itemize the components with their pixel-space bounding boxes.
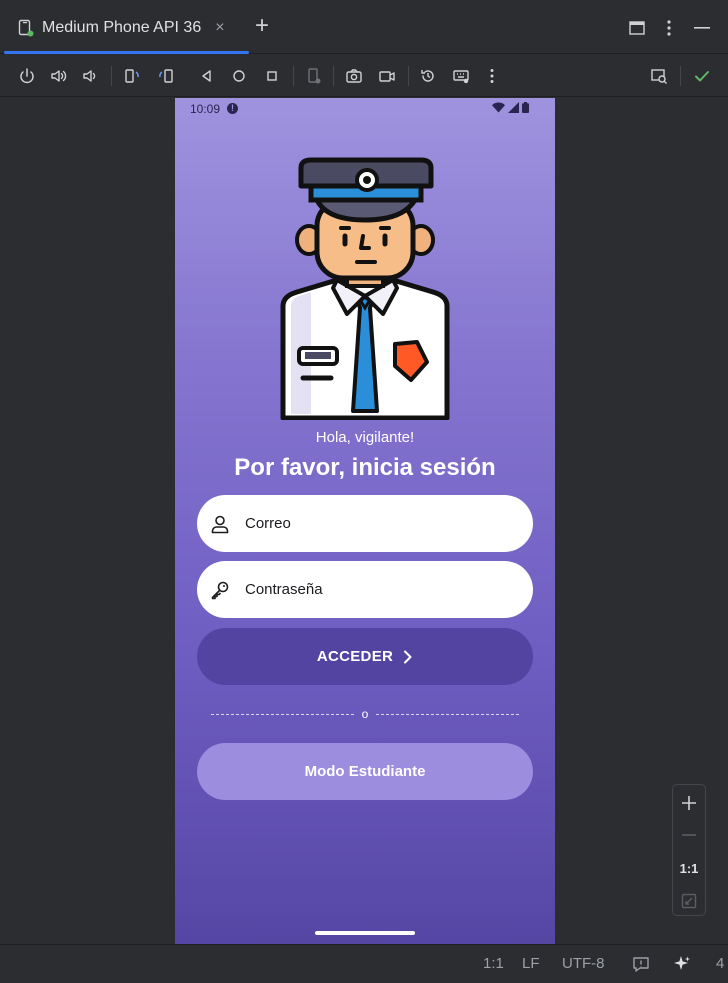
- zoom-controls: 1:1: [672, 784, 706, 916]
- status-icons: [492, 102, 529, 113]
- back-icon[interactable]: [196, 65, 218, 87]
- ide-status-bar: 1:1 LF UTF-8 4: [0, 944, 728, 983]
- device-icon: [18, 19, 34, 37]
- camera-icon[interactable]: [343, 65, 365, 87]
- screen-record-icon[interactable]: [376, 65, 398, 87]
- divider-text: o: [361, 707, 369, 721]
- divider-line: [211, 713, 354, 715]
- status-encoding[interactable]: UTF-8: [562, 955, 605, 972]
- status-extra: 4: [716, 955, 725, 972]
- power-icon[interactable]: [16, 65, 38, 87]
- notifications-icon[interactable]: [632, 955, 650, 977]
- maximize-window-icon[interactable]: [625, 16, 649, 40]
- password-field[interactable]: [197, 561, 533, 618]
- alert-icon: !: [227, 103, 238, 114]
- tab-close-button[interactable]: ×: [215, 19, 224, 37]
- password-input[interactable]: [245, 581, 505, 598]
- or-divider: o: [211, 706, 519, 722]
- rotate-left-icon[interactable]: [121, 65, 143, 87]
- add-tab-button[interactable]: +: [255, 14, 269, 38]
- status-line-separator[interactable]: LF: [522, 955, 540, 972]
- minimize-window-icon[interactable]: [690, 16, 714, 40]
- tab-emulator[interactable]: Medium Phone API 36 ×: [4, 4, 249, 54]
- phone-screen[interactable]: 10:09 ! Hola, vigilante! Por favor, inic…: [175, 98, 555, 944]
- security-guard-illustration: [277, 156, 453, 421]
- more-actions-icon[interactable]: [481, 65, 503, 87]
- toolbar-separator: [333, 66, 334, 86]
- check-icon[interactable]: [691, 65, 713, 87]
- zoom-in-icon[interactable]: [673, 791, 705, 815]
- signal-icon: [508, 102, 519, 113]
- status-zoom[interactable]: 1:1: [483, 955, 504, 972]
- battery-icon: [522, 102, 529, 113]
- login-button-label: ACCEDER: [316, 648, 394, 665]
- tab-title: Medium Phone API 36: [42, 19, 202, 36]
- user-icon: [209, 513, 231, 535]
- toolbar-separator: [293, 66, 294, 86]
- device-explorer-icon[interactable]: [648, 65, 670, 87]
- email-input[interactable]: [245, 515, 505, 532]
- key-icon: [209, 579, 231, 601]
- toolbar-separator: [680, 66, 681, 86]
- zoom-fit-icon: [673, 889, 705, 913]
- student-mode-button[interactable]: Modo Estudiante: [197, 743, 533, 800]
- login-button[interactable]: ACCEDER: [197, 628, 533, 685]
- student-mode-label: Modo Estudiante: [304, 763, 426, 780]
- fold-device-icon: [303, 65, 325, 87]
- snapshot-history-icon[interactable]: [417, 65, 439, 87]
- greeting-text: Hola, vigilante!: [315, 429, 415, 446]
- gesture-nav-bar[interactable]: [315, 931, 415, 935]
- active-tab-indicator: [4, 51, 249, 54]
- divider-line: [376, 713, 519, 715]
- zoom-actual-size-button[interactable]: 1:1: [673, 856, 705, 880]
- rotate-right-icon[interactable]: [155, 65, 177, 87]
- toolbar-separator: [111, 66, 112, 86]
- window-tabbar: Medium Phone API 36 × +: [0, 0, 728, 54]
- zoom-out-icon: [673, 823, 705, 847]
- wifi-icon: [492, 102, 505, 113]
- status-time: 10:09: [190, 102, 221, 116]
- email-field[interactable]: [197, 495, 533, 552]
- android-status-bar: 10:09 !: [175, 98, 555, 120]
- zoom-reset-label: 1:1: [679, 860, 699, 876]
- emulator-toolbar: [0, 55, 728, 97]
- more-options-icon[interactable]: [657, 16, 681, 40]
- login-headline: Por favor, inicia sesión: [234, 454, 496, 481]
- ai-assistant-icon[interactable]: [672, 954, 692, 978]
- chevron-right-icon: [404, 650, 412, 663]
- volume-down-icon[interactable]: [79, 65, 101, 87]
- keyboard-icon[interactable]: [450, 65, 472, 87]
- volume-up-icon[interactable]: [48, 65, 70, 87]
- toolbar-separator: [408, 66, 409, 86]
- overview-icon[interactable]: [261, 65, 283, 87]
- home-icon[interactable]: [228, 65, 250, 87]
